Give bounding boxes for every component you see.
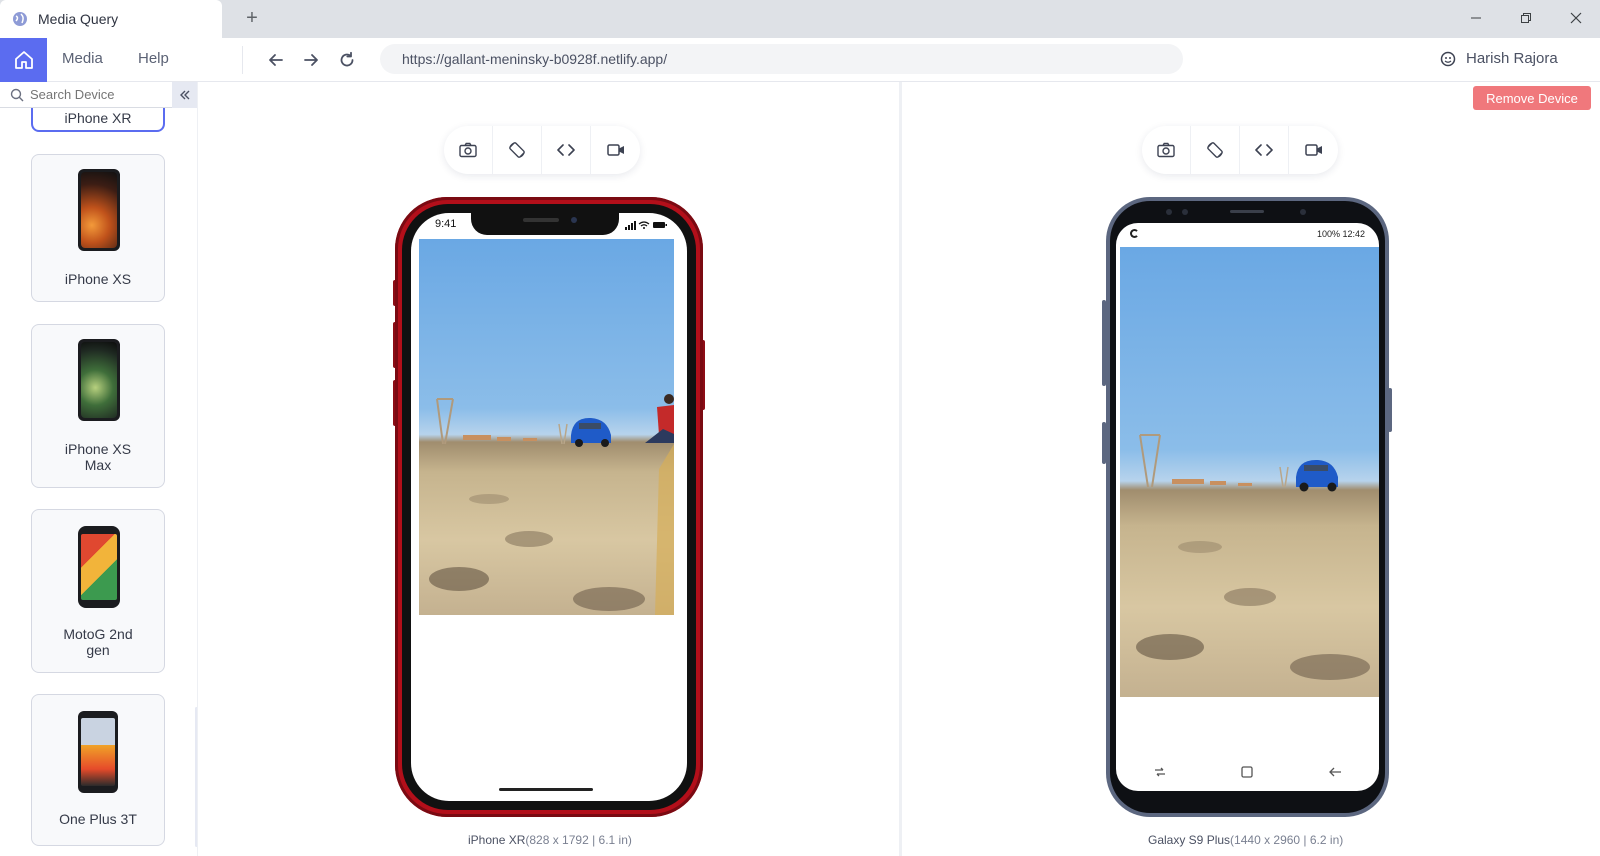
device-card-label: MotoG 2nd gen xyxy=(63,626,133,658)
home-button[interactable] xyxy=(0,38,47,82)
camera-icon xyxy=(1157,142,1175,158)
reload-icon xyxy=(340,51,354,67)
url-input[interactable] xyxy=(380,44,1183,74)
tab-title: Media Query xyxy=(38,11,119,27)
record-video-button[interactable] xyxy=(1289,126,1338,174)
globe-icon xyxy=(13,12,27,26)
iphone-xr-frame: 9:41 xyxy=(395,197,703,817)
notch xyxy=(471,213,619,235)
user-avatar-icon xyxy=(1440,51,1456,66)
rotate-icon xyxy=(509,142,525,158)
back-button[interactable] xyxy=(264,48,288,72)
rotate-button[interactable] xyxy=(493,126,542,174)
device-search xyxy=(0,82,172,108)
camera-icon xyxy=(459,142,477,158)
device-card-label: iPhone XR xyxy=(64,110,132,126)
home-icon xyxy=(14,51,33,69)
photo-scene xyxy=(1136,434,1370,680)
status-time: 9:41 xyxy=(435,218,457,230)
minimize-button[interactable] xyxy=(1452,0,1500,36)
device-thumbnail xyxy=(78,169,120,251)
android-nav-bar xyxy=(1116,753,1379,791)
photo-scene xyxy=(429,394,674,615)
device-card-iphone-xs[interactable]: iPhone XS xyxy=(31,154,165,302)
device-name: Galaxy S9 Plus xyxy=(1148,833,1231,847)
toolbar-divider xyxy=(242,46,243,74)
status-text: 100% 12:42 xyxy=(1316,229,1365,239)
back-arrow-icon[interactable] xyxy=(1328,766,1342,778)
device-card-label: iPhone XS xyxy=(64,271,132,287)
galaxy-s9-viewport[interactable]: 100% 12:42 xyxy=(1116,223,1379,791)
search-icon xyxy=(10,88,24,101)
device-card-iphone-xs-max[interactable]: iPhone XS Max xyxy=(31,324,165,488)
device-sidebar: iPhone XR iPhone XS iPhone XS Max MotoG … xyxy=(0,82,198,856)
rotate-button[interactable] xyxy=(1191,126,1240,174)
browser-tab[interactable]: Media Query xyxy=(0,0,222,38)
device-search-input[interactable] xyxy=(30,87,170,102)
device-card-label: iPhone XS Max xyxy=(64,441,132,473)
user-menu[interactable]: Harish Rajora xyxy=(1440,50,1558,67)
status-icons xyxy=(625,221,667,230)
device-card-motog-2nd-gen[interactable]: MotoG 2nd gen xyxy=(31,509,165,673)
record-video-button[interactable] xyxy=(591,126,640,174)
galaxy-bezel: 100% 12:42 xyxy=(1110,201,1385,813)
arrow-left-icon xyxy=(269,54,283,66)
double-chevron-left-icon xyxy=(180,90,190,100)
title-bar: Media Query + xyxy=(0,0,1600,38)
sidebar-scrollbar[interactable] xyxy=(195,707,197,847)
iphone-bezel: 9:41 xyxy=(402,204,696,810)
iphone-xr-viewport[interactable]: 9:41 xyxy=(411,213,687,801)
device-thumbnail xyxy=(78,339,120,421)
close-window-button[interactable] xyxy=(1552,0,1600,36)
view-source-button[interactable] xyxy=(542,126,591,174)
pane-divider xyxy=(899,82,902,856)
device-thumbnail xyxy=(78,526,120,608)
minimize-icon xyxy=(1471,17,1481,19)
rotate-icon xyxy=(1207,142,1223,158)
home-square-icon[interactable] xyxy=(1241,766,1254,778)
device-toolbar-iphone-xr xyxy=(444,126,640,174)
device-card-label: One Plus 3T xyxy=(59,811,137,827)
device-caption-iphone-xr: iPhone XR(828 x 1792 | 6.1 in) xyxy=(468,833,632,847)
forward-button[interactable] xyxy=(299,48,323,72)
web-content-photo xyxy=(419,239,674,615)
reload-button[interactable] xyxy=(335,48,359,72)
code-icon xyxy=(557,144,575,156)
remove-device-button[interactable]: Remove Device xyxy=(1473,86,1591,110)
device-spec: (1440 x 2960 | 6.2 in) xyxy=(1230,833,1344,847)
close-icon xyxy=(1570,12,1582,24)
menu-help[interactable]: Help xyxy=(138,50,169,67)
device-name: iPhone XR xyxy=(468,833,526,847)
device-card-one-plus-3t[interactable]: One Plus 3T xyxy=(31,694,165,846)
device-spec: (828 x 1792 | 6.1 in) xyxy=(525,833,632,847)
device-thumbnail xyxy=(78,711,118,793)
device-toolbar-galaxy-s9 xyxy=(1142,126,1338,174)
app-toolbar: Media Help Harish Rajora xyxy=(0,38,1600,82)
video-icon xyxy=(1304,144,1322,156)
home-indicator xyxy=(499,788,593,791)
collapse-sidebar-button[interactable] xyxy=(172,82,197,108)
view-source-button[interactable] xyxy=(1240,126,1289,174)
web-content-photo xyxy=(1120,247,1379,697)
code-icon xyxy=(1255,144,1273,156)
screenshot-button[interactable] xyxy=(1142,126,1191,174)
device-caption-galaxy-s9: Galaxy S9 Plus(1440 x 2960 | 6.2 in) xyxy=(1148,833,1343,847)
recent-apps-icon[interactable] xyxy=(1153,766,1167,778)
restore-button[interactable] xyxy=(1502,0,1550,36)
arrow-right-icon xyxy=(304,54,318,66)
menu-media[interactable]: Media xyxy=(62,50,103,67)
video-icon xyxy=(606,144,624,156)
screenshot-button[interactable] xyxy=(444,126,493,174)
galaxy-s9-plus-frame: 100% 12:42 xyxy=(1106,197,1389,817)
restore-icon xyxy=(1521,13,1531,23)
new-tab-button[interactable]: + xyxy=(240,6,264,30)
sync-icon xyxy=(1130,229,1139,238)
user-name: Harish Rajora xyxy=(1466,50,1558,67)
